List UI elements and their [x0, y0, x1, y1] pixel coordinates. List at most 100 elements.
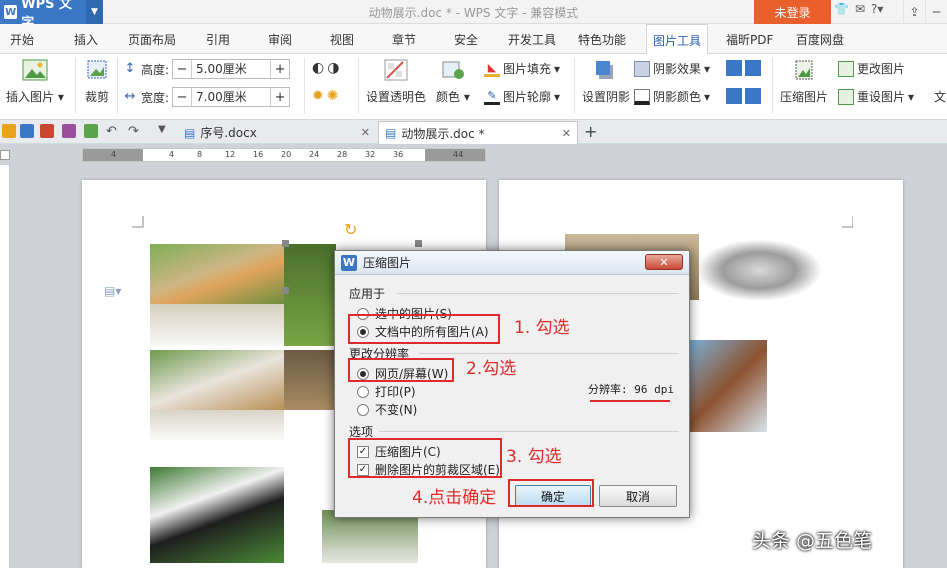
vertical-ruler[interactable] — [0, 165, 10, 568]
owl-photo[interactable] — [284, 350, 336, 410]
tab-6[interactable]: 章节 — [392, 24, 416, 54]
tab-4[interactable]: 审阅 — [268, 24, 292, 54]
nudge-down-icon[interactable] — [745, 60, 761, 76]
new-tab-icon[interactable]: + — [584, 122, 597, 141]
ruler-corner[interactable] — [0, 150, 10, 160]
compress-picture-button[interactable]: 压缩图片 — [780, 58, 828, 105]
change-picture-icon — [838, 60, 854, 77]
rabbit-photo[interactable] — [699, 234, 833, 300]
horse-photo[interactable] — [689, 340, 767, 432]
tab-5[interactable]: 视图 — [330, 24, 354, 54]
ruler-tick-label: 8 — [197, 150, 203, 159]
height-icon: ↕ — [124, 61, 136, 76]
resize-handle[interactable] — [415, 240, 422, 247]
brightness-buttons[interactable]: ✹ ✺ — [312, 88, 338, 104]
radio-button[interactable] — [357, 385, 369, 398]
color-button[interactable]: 颜色 ▾ — [436, 58, 470, 105]
close-tab-1-icon[interactable]: ✕ — [361, 126, 370, 139]
chat-icon[interactable]: ✉ — [855, 2, 865, 16]
brightness-down-icon[interactable]: ✺ — [327, 88, 339, 104]
width-increase-button[interactable]: + — [271, 88, 289, 106]
ribbon-more[interactable]: 文 — [934, 88, 946, 105]
upload-icon[interactable]: ⇪ — [903, 0, 925, 24]
login-button[interactable]: 未登录 — [754, 0, 831, 24]
kitten-reflection — [150, 304, 284, 346]
print-preview-icon[interactable] — [84, 124, 98, 138]
reset-picture-button[interactable]: 重设图片 ▾ — [838, 88, 914, 105]
insert-picture-icon — [22, 59, 48, 81]
color-icon — [442, 61, 464, 79]
picture-fill-button[interactable]: ◣ 图片填充 ▾ — [484, 60, 560, 77]
nudge-right-icon[interactable] — [745, 88, 761, 104]
save-icon[interactable] — [20, 124, 34, 138]
brightness-up-icon[interactable]: ✹ — [312, 88, 324, 104]
tab-7[interactable]: 安全 — [454, 24, 478, 54]
tab-11[interactable]: 福昕PDF — [726, 24, 773, 54]
tab-9[interactable]: 特色功能 — [578, 24, 626, 54]
paragraph-icon[interactable]: ▤▾ — [104, 284, 121, 298]
height-increase-button[interactable]: + — [271, 60, 289, 78]
print-icon[interactable] — [62, 124, 76, 138]
help-icon[interactable]: ?▾ — [871, 2, 883, 16]
tab-10[interactable]: 图片工具 — [646, 24, 709, 55]
minimize-icon[interactable]: ─ — [925, 0, 947, 24]
redo-icon[interactable]: ↷ — [128, 124, 142, 139]
dialog-close-button[interactable]: ✕ — [645, 254, 683, 270]
dialog-titlebar[interactable]: W 压缩图片 ✕ — [335, 251, 689, 275]
export-pdf-icon[interactable] — [40, 124, 54, 138]
height-stepper[interactable]: − 5.00厘米 + — [172, 59, 291, 79]
tab-1[interactable]: 插入 — [74, 24, 98, 54]
resize-handle[interactable] — [282, 287, 289, 294]
insert-picture-button[interactable]: 插入图片 ▾ — [6, 58, 64, 105]
rabbits-photo[interactable] — [150, 350, 284, 410]
open-folder-icon[interactable] — [2, 124, 16, 138]
quick-access-dropdown-icon[interactable]: ▼ — [158, 124, 172, 138]
cancel-button[interactable]: 取消 — [599, 485, 677, 507]
width-stepper[interactable]: − 7.00厘米 + — [172, 87, 291, 107]
tab-8[interactable]: 开发工具 — [508, 24, 556, 54]
shadow-nudge-bottom[interactable] — [726, 88, 761, 104]
transparent-color-icon — [384, 59, 408, 81]
picture-outline-button[interactable]: ✎ 图片轮廓 ▾ — [484, 88, 560, 105]
radio-unchanged[interactable]: 不变(N) — [357, 401, 417, 418]
rotate-handle-icon[interactable]: ↻ — [344, 220, 357, 239]
shadow-color-button[interactable]: 阴影颜色 ▾ — [634, 88, 710, 105]
kitten-photo[interactable] — [150, 244, 284, 304]
tab-3[interactable]: 引用 — [206, 24, 230, 54]
doc-tab-1[interactable]: ▤ 序号.docx ✕ — [178, 121, 376, 144]
dialog-title: 压缩图片 — [363, 256, 412, 270]
contrast-buttons[interactable]: ◐ ◑ — [312, 60, 339, 76]
horizontal-ruler[interactable]: 4 4 8 12 16 20 24 28 32 36 44 — [82, 148, 486, 162]
shadow-nudge-top[interactable] — [726, 60, 761, 76]
skin-shirt-icon[interactable]: 👕 — [834, 2, 849, 16]
radio-button[interactable] — [357, 403, 369, 416]
contrast-up-icon[interactable]: ◐ — [312, 60, 324, 76]
nudge-up-icon[interactable] — [726, 60, 742, 76]
nudge-left-icon[interactable] — [726, 88, 742, 104]
height-input[interactable]: 5.00厘米 — [191, 60, 272, 78]
resize-handle[interactable] — [282, 240, 289, 247]
set-shadow-button[interactable]: 设置阴影 — [582, 58, 630, 105]
tab-2[interactable]: 页面布局 — [128, 24, 176, 54]
crop-button[interactable]: 裁剪 — [84, 58, 110, 105]
shadow-icon — [596, 61, 613, 79]
undo-icon[interactable]: ↶ — [106, 124, 120, 139]
tab-12[interactable]: 百度网盘 — [796, 24, 844, 54]
change-picture-button[interactable]: 更改图片 — [838, 60, 905, 77]
annotation-box-apply — [348, 314, 500, 344]
height-control: ↕ 高度: − 5.00厘米 + — [122, 59, 291, 79]
doc-tab-2[interactable]: ▤ 动物展示.doc * ✕ — [378, 121, 578, 144]
radio-print[interactable]: 打印(P) — [357, 383, 416, 400]
width-decrease-button[interactable]: − — [173, 88, 191, 106]
height-decrease-button[interactable]: − — [173, 60, 191, 78]
wps-logo-icon: W — [341, 254, 357, 271]
width-input[interactable]: 7.00厘米 — [191, 88, 272, 106]
pen-outline-icon: ✎ — [484, 89, 500, 105]
tab-0[interactable]: 开始 — [10, 24, 34, 54]
set-transparent-button[interactable]: 设置透明色 — [366, 58, 426, 105]
grass-photo[interactable] — [284, 244, 336, 346]
shadow-effect-button[interactable]: 阴影效果 ▾ — [634, 60, 710, 77]
panda-photo[interactable] — [150, 467, 284, 563]
contrast-down-icon[interactable]: ◑ — [327, 60, 339, 76]
close-tab-2-icon[interactable]: ✕ — [562, 127, 571, 140]
